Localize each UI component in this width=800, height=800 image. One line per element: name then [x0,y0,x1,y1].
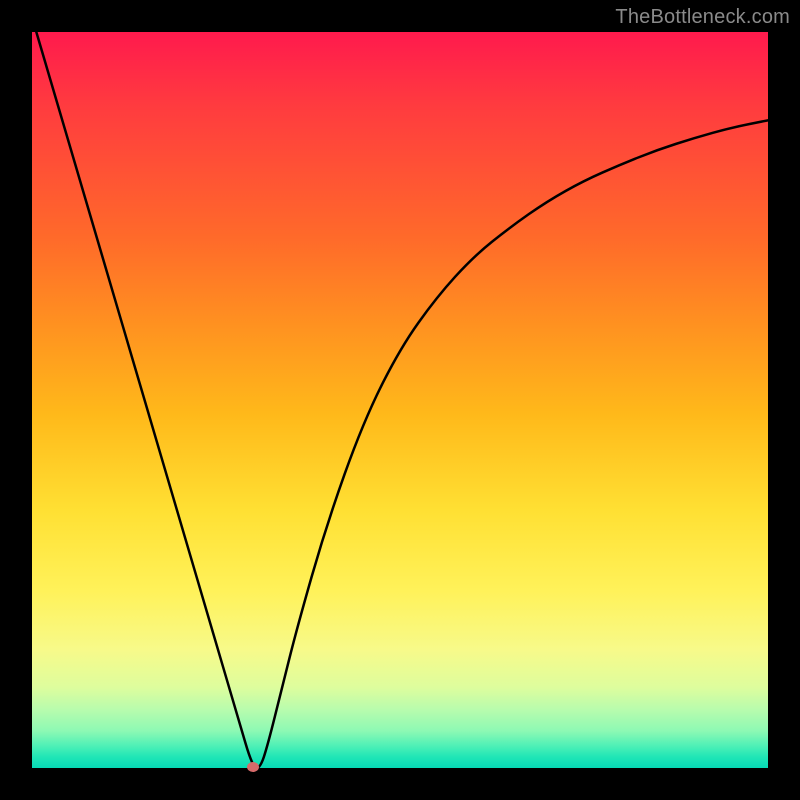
curve-path [32,32,768,768]
watermark: TheBottleneck.com [615,6,790,29]
bottleneck-curve [32,32,768,768]
plot-area [32,32,768,768]
minimum-marker [247,762,259,772]
chart-frame: TheBottleneck.com [0,0,800,800]
